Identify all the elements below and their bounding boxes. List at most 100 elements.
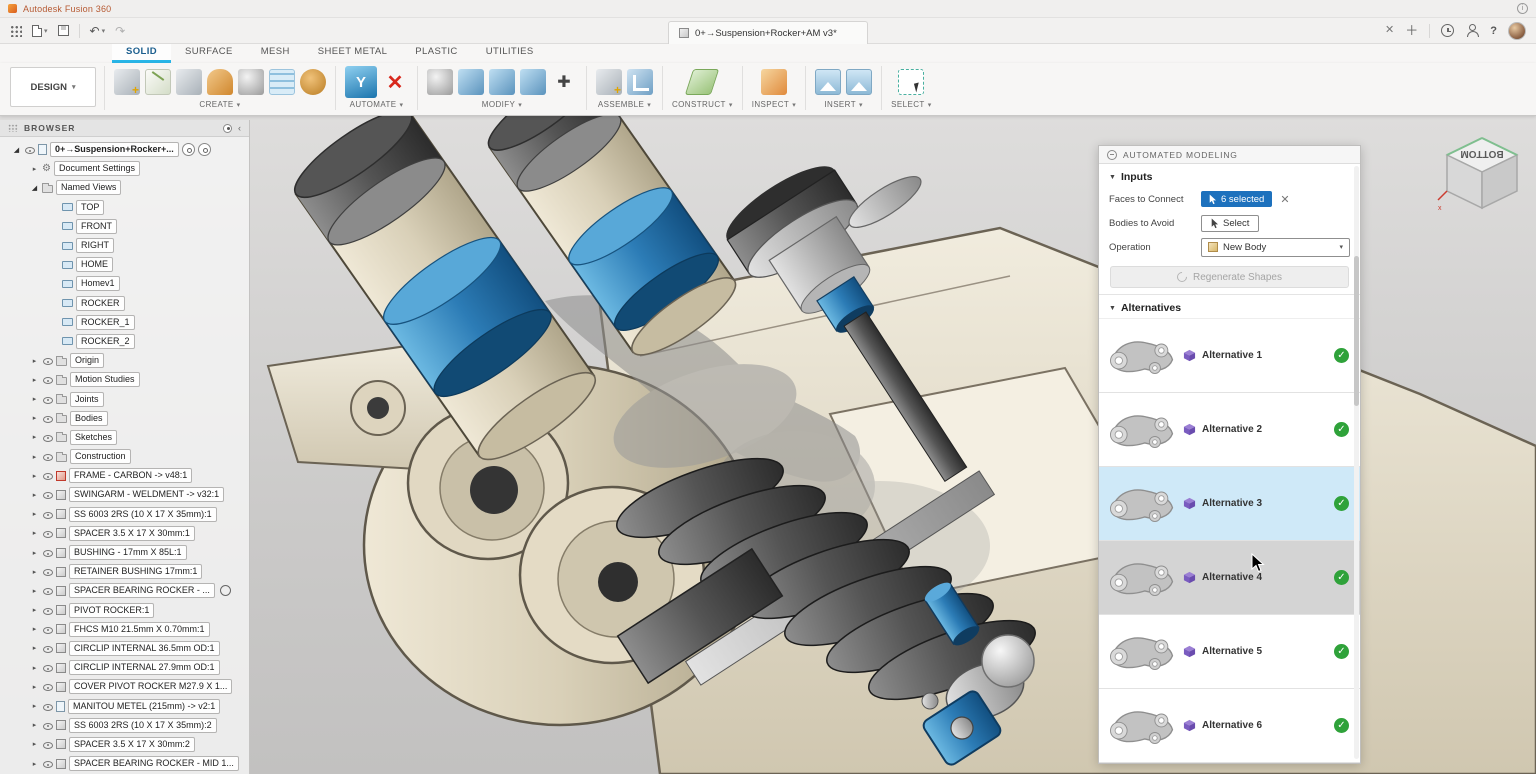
visibility-eye-icon[interactable] bbox=[42, 681, 53, 692]
insert-group-label[interactable]: INSERT▾ bbox=[824, 100, 863, 109]
visibility-eye-icon[interactable] bbox=[42, 413, 53, 424]
shell-icon[interactable] bbox=[489, 69, 515, 95]
press-pull-icon[interactable] bbox=[427, 69, 453, 95]
redo-icon[interactable]: ↷ bbox=[115, 25, 125, 37]
construction-plane-icon[interactable] bbox=[685, 69, 719, 95]
browser-component-row[interactable]: ▸CIRCLIP INTERNAL 27.9mm OD:1 bbox=[0, 658, 249, 677]
modify-group-label[interactable]: MODIFY▾ bbox=[482, 100, 522, 109]
expand-arrow-icon[interactable]: ▸ bbox=[30, 414, 39, 422]
automated-modeling-icon[interactable]: Y bbox=[345, 66, 377, 98]
inputs-section-header[interactable]: ▼ Inputs bbox=[1099, 164, 1360, 187]
tab-plastic[interactable]: PLASTIC bbox=[401, 44, 471, 63]
panel-scrollbar-thumb[interactable] bbox=[1354, 256, 1359, 406]
visibility-eye-icon[interactable] bbox=[42, 547, 53, 558]
browser-component-row[interactable]: ▸SS 6003 2RS (10 X 17 X 35mm):1 bbox=[0, 505, 249, 524]
user-avatar[interactable] bbox=[1508, 22, 1526, 40]
alternative-row-6[interactable]: Alternative 6 ✓ bbox=[1099, 689, 1360, 763]
expand-arrow-icon[interactable]: ▸ bbox=[30, 165, 39, 173]
derive-icon[interactable] bbox=[176, 69, 202, 95]
browser-view-home[interactable]: HOME bbox=[0, 255, 249, 274]
fillet-icon[interactable] bbox=[458, 69, 484, 95]
visibility-eye-icon[interactable] bbox=[42, 739, 53, 750]
browser-view-rocker1[interactable]: ROCKER_1 bbox=[0, 313, 249, 332]
browser-component-row[interactable]: ▸SS 6003 2RS (10 X 17 X 35mm):2 bbox=[0, 716, 249, 735]
browser-root-row[interactable]: ◢ 0+→Suspension+Rocker+... bbox=[0, 140, 249, 159]
delete-icon[interactable]: ✕ bbox=[382, 69, 408, 95]
visibility-eye-icon[interactable] bbox=[42, 470, 53, 481]
expand-arrow-icon[interactable]: ▸ bbox=[30, 376, 39, 384]
undo-icon[interactable]: ↶ bbox=[90, 25, 100, 37]
browser-component-row[interactable]: ▸SPACER BEARING ROCKER - ... bbox=[0, 581, 249, 600]
browser-view-front[interactable]: FRONT bbox=[0, 217, 249, 236]
tab-sheet-metal[interactable]: SHEET METAL bbox=[304, 44, 402, 63]
visibility-eye-icon[interactable] bbox=[42, 394, 53, 405]
select-icon[interactable] bbox=[898, 69, 924, 95]
tab-utilities[interactable]: UTILITIES bbox=[472, 44, 548, 63]
tab-mesh[interactable]: MESH bbox=[247, 44, 304, 63]
faces-selected-badge[interactable]: 6 selected bbox=[1201, 191, 1272, 207]
regenerate-shapes-button[interactable]: Regenerate Shapes bbox=[1110, 266, 1349, 288]
browser-component-row[interactable]: ▸RETAINER BUSHING 17mm:1 bbox=[0, 562, 249, 581]
panel-menu-icon[interactable] bbox=[1107, 150, 1117, 160]
expand-arrow-icon[interactable]: ▸ bbox=[30, 433, 39, 441]
browser-component-row[interactable]: ▸COVER PIVOT ROCKER M27.9 X 1... bbox=[0, 677, 249, 696]
visibility-eye-icon[interactable] bbox=[24, 144, 35, 155]
alternative-row-2[interactable]: Alternative 2 ✓ bbox=[1099, 393, 1360, 467]
expand-arrow-icon[interactable]: ▸ bbox=[30, 760, 39, 768]
expand-arrow-icon[interactable]: ▸ bbox=[30, 357, 39, 365]
coil-icon[interactable] bbox=[300, 69, 326, 95]
save-icon[interactable] bbox=[58, 25, 69, 36]
browser-component-row[interactable]: ▸SWINGARM - WELDMENT -> v32:1 bbox=[0, 485, 249, 504]
viewport-canvas[interactable]: BOTTOM x BROWSER ‹ ◢ 0+→Suspension+Rocke… bbox=[0, 116, 1536, 774]
design-workspace-dropdown[interactable]: DESIGN ▾ bbox=[10, 67, 96, 107]
browser-folder-origin[interactable]: ▸Origin bbox=[0, 351, 249, 370]
automate-group-label[interactable]: AUTOMATE▾ bbox=[350, 100, 404, 109]
browser-view-top[interactable]: TOP bbox=[0, 198, 249, 217]
visibility-eye-icon[interactable] bbox=[42, 528, 53, 539]
info-icon[interactable]: i bbox=[1517, 3, 1528, 14]
close-tab-icon[interactable]: ✕ bbox=[1385, 25, 1394, 36]
expand-arrow-icon[interactable]: ▸ bbox=[30, 644, 39, 652]
expand-arrow-icon[interactable]: ▸ bbox=[30, 395, 39, 403]
expand-arrow-icon[interactable]: ▸ bbox=[30, 529, 39, 537]
browser-component-row[interactable]: ▸FHCS M10 21.5mm X 0.70mm:1 bbox=[0, 620, 249, 639]
move-copy-icon[interactable]: ✚ bbox=[551, 69, 577, 95]
new-tab-icon[interactable]: ＋ bbox=[1405, 24, 1418, 37]
alternative-row-1[interactable]: Alternative 1 ✓ bbox=[1099, 319, 1360, 393]
expand-arrow-icon[interactable]: ▸ bbox=[30, 453, 39, 461]
joint-icon[interactable] bbox=[627, 69, 653, 95]
tab-surface[interactable]: SURFACE bbox=[171, 44, 247, 63]
insert-design-icon[interactable] bbox=[815, 69, 841, 95]
new-component-icon[interactable] bbox=[114, 69, 140, 95]
app-grid-icon[interactable] bbox=[10, 25, 22, 37]
browser-component-row[interactable]: ▸SPACER 3.5 X 17 X 30mm:2 bbox=[0, 735, 249, 754]
visibility-eye-icon[interactable] bbox=[42, 605, 53, 616]
drag-grip-icon[interactable] bbox=[8, 124, 18, 132]
visibility-eye-icon[interactable] bbox=[42, 509, 53, 520]
browser-component-row[interactable]: ▸CIRCLIP INTERNAL 36.5mm OD:1 bbox=[0, 639, 249, 658]
combine-icon[interactable] bbox=[520, 69, 546, 95]
alternative-row-3[interactable]: Alternative 3 ✓ bbox=[1099, 467, 1360, 541]
operation-dropdown[interactable]: New Body ▾ bbox=[1201, 238, 1350, 257]
visibility-eye-icon[interactable] bbox=[42, 720, 53, 731]
panel-header[interactable]: AUTOMATED MODELING bbox=[1099, 146, 1360, 164]
primitive-sphere-icon[interactable] bbox=[238, 69, 264, 95]
bodies-select-button[interactable]: Select bbox=[1201, 215, 1259, 232]
browser-folder-joints[interactable]: ▸Joints bbox=[0, 389, 249, 408]
alternatives-section-header[interactable]: ▼ Alternatives bbox=[1099, 295, 1360, 318]
measure-icon[interactable] bbox=[761, 69, 787, 95]
expand-arrow-icon[interactable]: ▸ bbox=[30, 491, 39, 499]
browser-view-right[interactable]: RIGHT bbox=[0, 236, 249, 255]
visibility-eye-icon[interactable] bbox=[42, 451, 53, 462]
expand-arrow-icon[interactable]: ▸ bbox=[30, 664, 39, 672]
expand-arrow-icon[interactable]: ▸ bbox=[30, 606, 39, 614]
selection-target-icon[interactable] bbox=[198, 143, 211, 156]
document-tab[interactable]: 0+→Suspension+Rocker+AM v3* bbox=[668, 21, 868, 44]
visibility-eye-icon[interactable] bbox=[42, 662, 53, 673]
clear-selection-icon[interactable]: ✕ bbox=[1280, 193, 1289, 206]
visibility-eye-icon[interactable] bbox=[42, 374, 53, 385]
visibility-eye-icon[interactable] bbox=[42, 701, 53, 712]
expand-arrow-icon[interactable]: ▸ bbox=[30, 510, 39, 518]
visibility-eye-icon[interactable] bbox=[42, 489, 53, 500]
assemble-group-label[interactable]: ASSEMBLE▾ bbox=[598, 100, 651, 109]
